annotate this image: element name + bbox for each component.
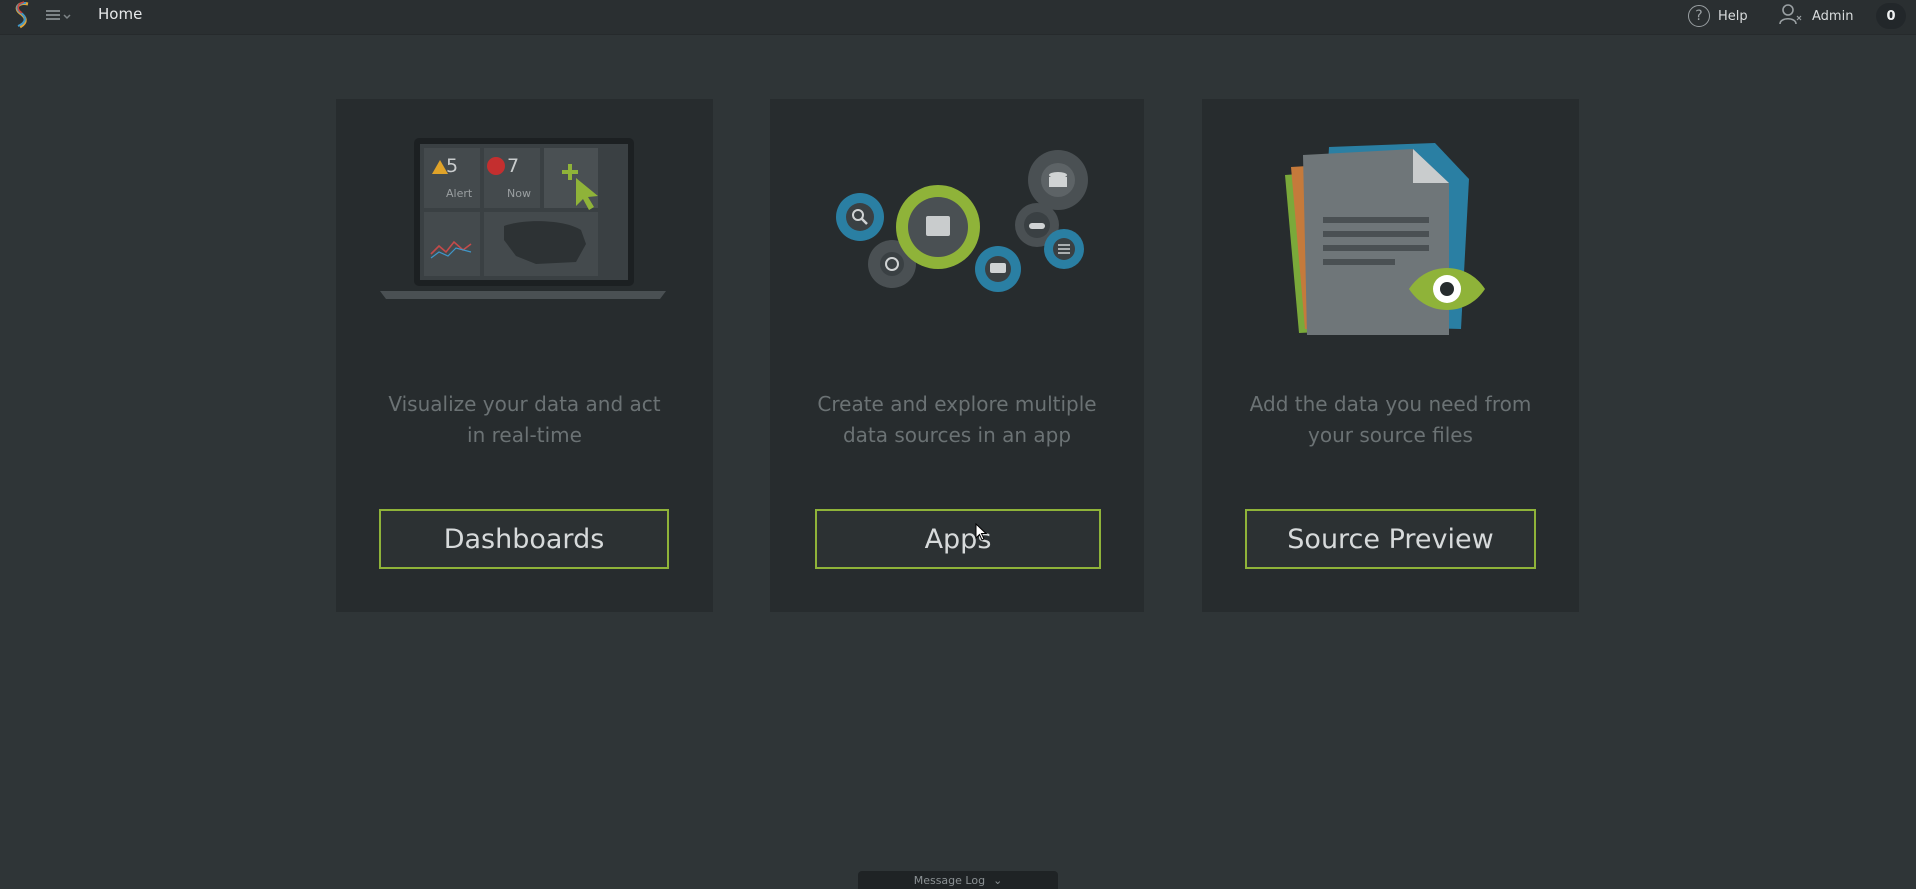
alert-count: 5 bbox=[446, 155, 459, 177]
now-count: 7 bbox=[507, 155, 520, 177]
chevron-down-icon: ⌄ bbox=[993, 873, 1003, 887]
dashboards-description: Visualize your data and act in real-time bbox=[336, 389, 713, 451]
main-menu-icon[interactable] bbox=[44, 6, 74, 24]
source-preview-description-line1: Add the data you need from bbox=[1249, 392, 1532, 416]
help-link[interactable]: ? Help bbox=[1688, 2, 1748, 30]
breadcrumb-home[interactable]: Home bbox=[98, 5, 142, 23]
apps-description-line1: Create and explore multiple bbox=[817, 392, 1097, 416]
user-menu[interactable]: Admin bbox=[1778, 2, 1853, 30]
apps-card: Create and explore multiple data sources… bbox=[770, 99, 1144, 612]
message-log-label: Message Log bbox=[913, 873, 986, 887]
dashboards-card: 5 Alert 7 Now Visualize your data and ac… bbox=[336, 99, 713, 612]
help-label: Help bbox=[1718, 8, 1748, 24]
now-label: Now bbox=[507, 187, 531, 200]
source-preview-button[interactable]: Source Preview bbox=[1245, 509, 1536, 569]
documents-preview-illustration bbox=[1277, 137, 1517, 341]
dashboards-button[interactable]: Dashboards bbox=[379, 509, 669, 569]
app-logo-icon[interactable] bbox=[10, 0, 36, 30]
source-preview-card: Add the data you need from your source f… bbox=[1202, 99, 1579, 612]
top-bar: Home ? Help Admin 0 bbox=[0, 0, 1916, 35]
apps-description-line2: data sources in an app bbox=[842, 423, 1072, 447]
message-log-toggle[interactable]: Message Log ⌄ bbox=[858, 871, 1058, 889]
apps-description: Create and explore multiple data sources… bbox=[770, 389, 1144, 451]
user-icon bbox=[1778, 2, 1802, 30]
apps-button[interactable]: Apps bbox=[815, 509, 1101, 569]
dashboards-description-line1: Visualize your data and act bbox=[388, 392, 661, 416]
source-preview-description: Add the data you need from your source f… bbox=[1202, 389, 1579, 451]
dashboards-description-line2: in real-time bbox=[467, 423, 582, 447]
alert-label: Alert bbox=[446, 187, 473, 200]
help-circle-icon: ? bbox=[1688, 5, 1710, 27]
gears-illustration bbox=[810, 137, 1110, 301]
dashboard-laptop-illustration bbox=[376, 134, 671, 308]
admin-label: Admin bbox=[1812, 8, 1854, 24]
notification-badge[interactable]: 0 bbox=[1876, 3, 1906, 29]
source-preview-description-line2: your source files bbox=[1308, 423, 1473, 447]
